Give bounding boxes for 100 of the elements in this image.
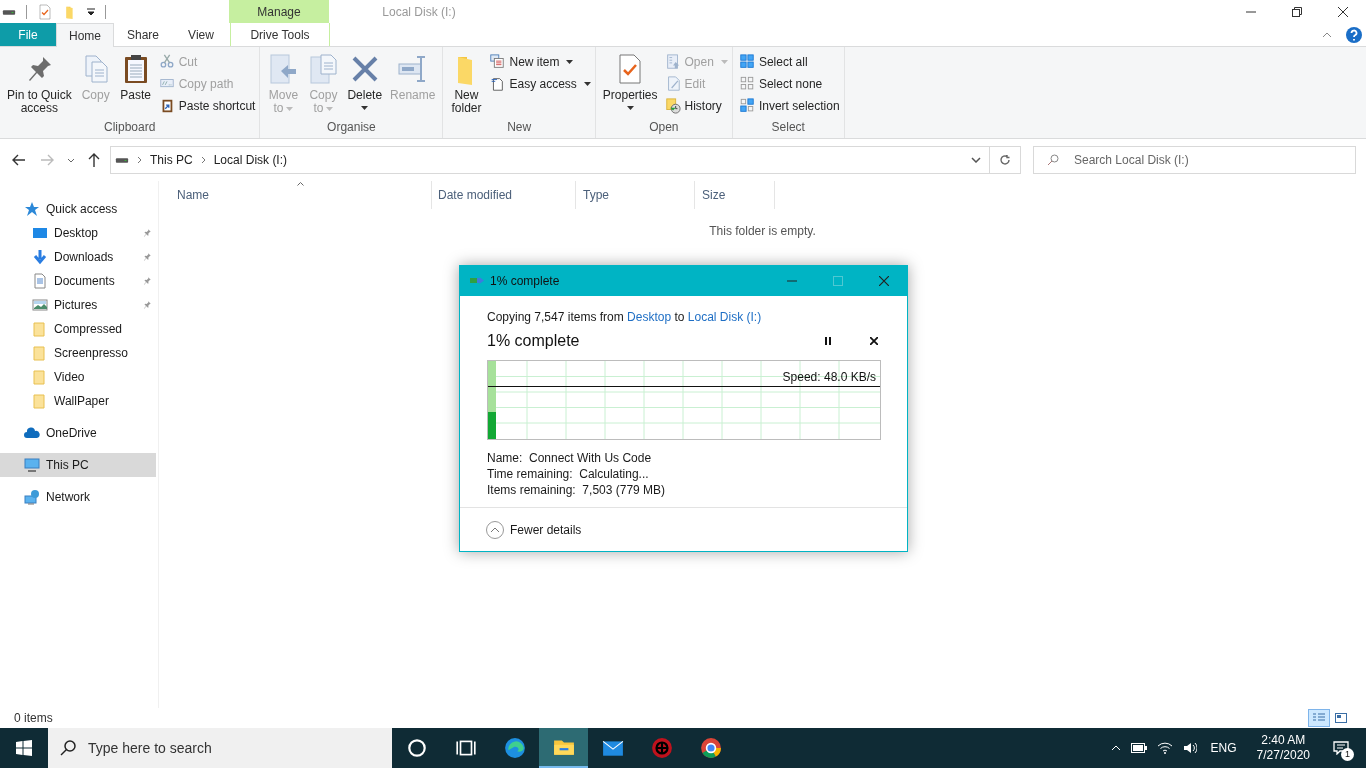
taskbar-search-field[interactable]: Type here to search	[48, 728, 392, 768]
chevron-up-icon	[486, 520, 504, 539]
nav-item[interactable]: Compressed	[0, 317, 156, 341]
ribbon-button[interactable]: Paste shortcut	[158, 97, 256, 115]
close-icon	[879, 276, 889, 286]
nav-item[interactable]: Documents	[0, 269, 156, 293]
speed-label: Speed: 48.0 KB/s	[782, 369, 876, 385]
cloud-icon	[24, 425, 40, 441]
ribbon-button[interactable]: History	[664, 97, 728, 115]
ribbon-button[interactable]: Properties	[599, 53, 661, 110]
history-icon	[664, 98, 681, 114]
ribbon-button[interactable]: New item	[489, 53, 591, 71]
chevron-right-icon	[200, 156, 206, 164]
destination-link[interactable]: Local Disk (I:)	[687, 310, 762, 324]
ribbon-tab[interactable]: Drive Tools	[230, 23, 330, 46]
restore-icon	[1292, 6, 1302, 17]
search-icon	[1047, 154, 1059, 166]
star-icon	[24, 201, 40, 217]
column-header[interactable]: Date modified	[432, 181, 576, 209]
address-bar[interactable]: This PC Local Disk (I:)	[110, 146, 990, 174]
clock-time[interactable]: 2:40 AM	[1261, 733, 1306, 748]
refresh-icon	[999, 154, 1011, 166]
nav-item[interactable]: WallPaper	[0, 389, 156, 413]
ribbon-tab[interactable]: Share	[114, 23, 172, 46]
battery-icon	[1130, 743, 1147, 753]
nav-item[interactable]: This PC	[0, 453, 156, 477]
cortana-icon	[405, 737, 428, 759]
new-item-icon	[489, 54, 506, 70]
folder-icon	[32, 345, 48, 361]
ribbon-button[interactable]: Select all	[738, 53, 840, 71]
search-field[interactable]: Search Local Disk (I:)	[1033, 146, 1356, 174]
notifications-button[interactable]: 1	[1326, 733, 1356, 763]
folder-icon	[32, 321, 48, 337]
nav-item[interactable]: Desktop	[0, 221, 156, 245]
ribbon-button[interactable]: Easy access	[489, 75, 591, 93]
properties-icon	[37, 2, 53, 21]
dialog-title: 1% complete	[490, 273, 560, 289]
computer-icon	[24, 457, 40, 473]
refresh-button[interactable]	[989, 146, 1021, 174]
language-indicator[interactable]: ENG	[1206, 740, 1241, 756]
ribbon-button[interactable]: Invert selection	[738, 97, 840, 115]
ribbon-tab[interactable]: Home	[56, 23, 114, 47]
select-none-icon	[738, 76, 755, 92]
folder-icon	[32, 369, 48, 385]
group-label: Clipboard	[103, 119, 157, 136]
windows-icon	[16, 740, 32, 756]
picture-icon	[32, 297, 48, 313]
help-icon	[1346, 26, 1362, 43]
ribbon-button[interactable]: Pin to Quick access	[4, 53, 75, 115]
detail-line: Name: Connect With Us Code	[487, 450, 653, 466]
nav-item[interactable]: OneDrive	[0, 421, 156, 445]
item-count: 0 items	[14, 710, 53, 726]
forward-icon	[40, 154, 54, 166]
drive-icon	[115, 155, 129, 165]
show-hidden-icons-icon	[1110, 745, 1121, 751]
folder-icon	[32, 393, 48, 409]
maximize-icon	[833, 276, 843, 286]
detail-line: Time remaining: Calculating...	[487, 466, 650, 482]
chevron-icon	[67, 157, 75, 163]
nav-item[interactable]: Quick access	[0, 197, 156, 221]
close-icon	[1338, 6, 1348, 17]
chrome-icon	[699, 737, 722, 759]
copy-icon	[307, 53, 340, 85]
nav-item[interactable]: Screenpresso	[0, 341, 156, 365]
nav-item[interactable]: Pictures	[0, 293, 156, 317]
ribbon-tab[interactable]: View	[172, 23, 230, 46]
scissors-icon	[158, 54, 175, 70]
nav-item[interactable]: Network	[0, 485, 156, 509]
group-label: Open	[648, 119, 680, 136]
empty-folder-message: This folder is empty.	[709, 223, 816, 239]
window-title: Local Disk (I:)	[381, 3, 457, 21]
select-all-icon	[738, 54, 755, 70]
copy-summary: Copying 7,547 items from Desktop to Local Disk (I:)	[487, 309, 763, 325]
cancel-icon	[870, 337, 878, 345]
breadcrumb[interactable]: This PC	[150, 152, 193, 168]
group-label: Select	[770, 119, 806, 136]
nav-item[interactable]: Video	[0, 365, 156, 389]
chevron-right-icon	[137, 156, 142, 164]
notifications-icon	[1333, 741, 1349, 755]
progress-heading: 1% complete	[487, 331, 581, 351]
ribbon-button[interactable]: Paste	[116, 53, 155, 102]
column-header[interactable]: Name	[159, 181, 432, 209]
collapse-icon	[1322, 31, 1332, 38]
details-toggle[interactable]: Fewer details	[486, 520, 582, 539]
network-icon	[24, 489, 40, 505]
nav-item[interactable]: Downloads	[0, 245, 156, 269]
large-icons-view-icon	[1335, 713, 1347, 723]
browser-icon	[503, 737, 526, 759]
breadcrumb[interactable]: Local Disk (I:)	[213, 152, 288, 168]
dropdown-icon	[971, 157, 981, 163]
download-icon	[32, 249, 48, 265]
ribbon-button[interactable]: Delete	[344, 53, 386, 110]
invert-selection-icon	[738, 98, 755, 114]
ribbon-button[interactable]: New folder	[447, 53, 486, 115]
column-header[interactable]: Type	[576, 181, 695, 209]
clock-date[interactable]: 7/27/2020	[1256, 748, 1310, 763]
column-header[interactable]: Size	[695, 181, 775, 209]
source-link[interactable]: Desktop	[627, 310, 672, 324]
notification-count: 1	[1341, 748, 1354, 761]
ribbon-button[interactable]: Select none	[738, 75, 840, 93]
